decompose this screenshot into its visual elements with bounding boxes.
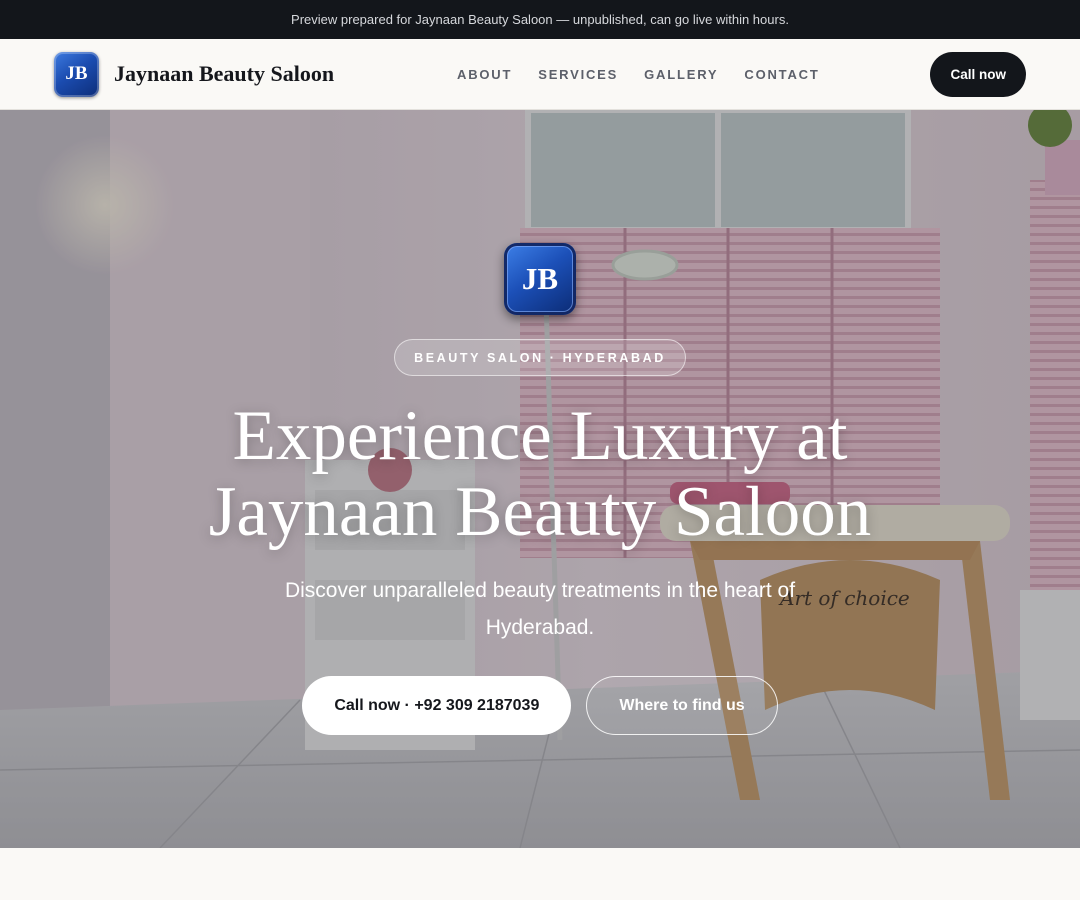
preview-banner: Preview prepared for Jaynaan Beauty Salo… (0, 0, 1080, 39)
brand[interactable]: JB Jaynaan Beauty Saloon (54, 51, 335, 97)
hero-title-line-1: Experience Luxury at (232, 397, 848, 475)
main-nav: ABOUT SERVICES GALLERY CONTACT (457, 39, 820, 109)
location-badge: BEAUTY SALON · HYDERABAD (394, 339, 686, 376)
site-header: JB Jaynaan Beauty Saloon ABOUT SERVICES … (0, 39, 1080, 110)
hero-content: JB BEAUTY SALON · HYDERABAD Experience L… (0, 110, 1080, 848)
preview-banner-text: Preview prepared for Jaynaan Beauty Salo… (291, 12, 789, 27)
hero-actions: Call now · +92 309 2187039 Where to find… (302, 676, 778, 735)
find-us-button[interactable]: Where to find us (586, 676, 778, 735)
hero-logo-initials: JB (521, 261, 559, 296)
next-section (0, 848, 1080, 900)
hero-title: Experience Luxury at Jaynaan Beauty Salo… (209, 398, 872, 550)
hero-section: Art of choice JB BEAUTY SALON · HYDERABA… (0, 110, 1080, 848)
call-now-button[interactable]: Call now · +92 309 2187039 (302, 676, 572, 735)
nav-link-contact[interactable]: CONTACT (744, 67, 819, 82)
hero-subtitle: Discover unparalleled beauty treatments … (284, 579, 796, 639)
hero-title-line-2: Jaynaan Beauty Saloon (208, 473, 872, 551)
nav-link-services[interactable]: SERVICES (538, 67, 618, 82)
brand-logo: JB (54, 51, 99, 97)
nav-link-gallery[interactable]: GALLERY (644, 67, 718, 82)
hero-logo: JB (504, 243, 576, 315)
brand-name: Jaynaan Beauty Saloon (114, 61, 335, 86)
nav-link-about[interactable]: ABOUT (457, 67, 512, 82)
header-call-button[interactable]: Call now (930, 52, 1026, 97)
brand-logo-initials: JB (65, 63, 88, 84)
